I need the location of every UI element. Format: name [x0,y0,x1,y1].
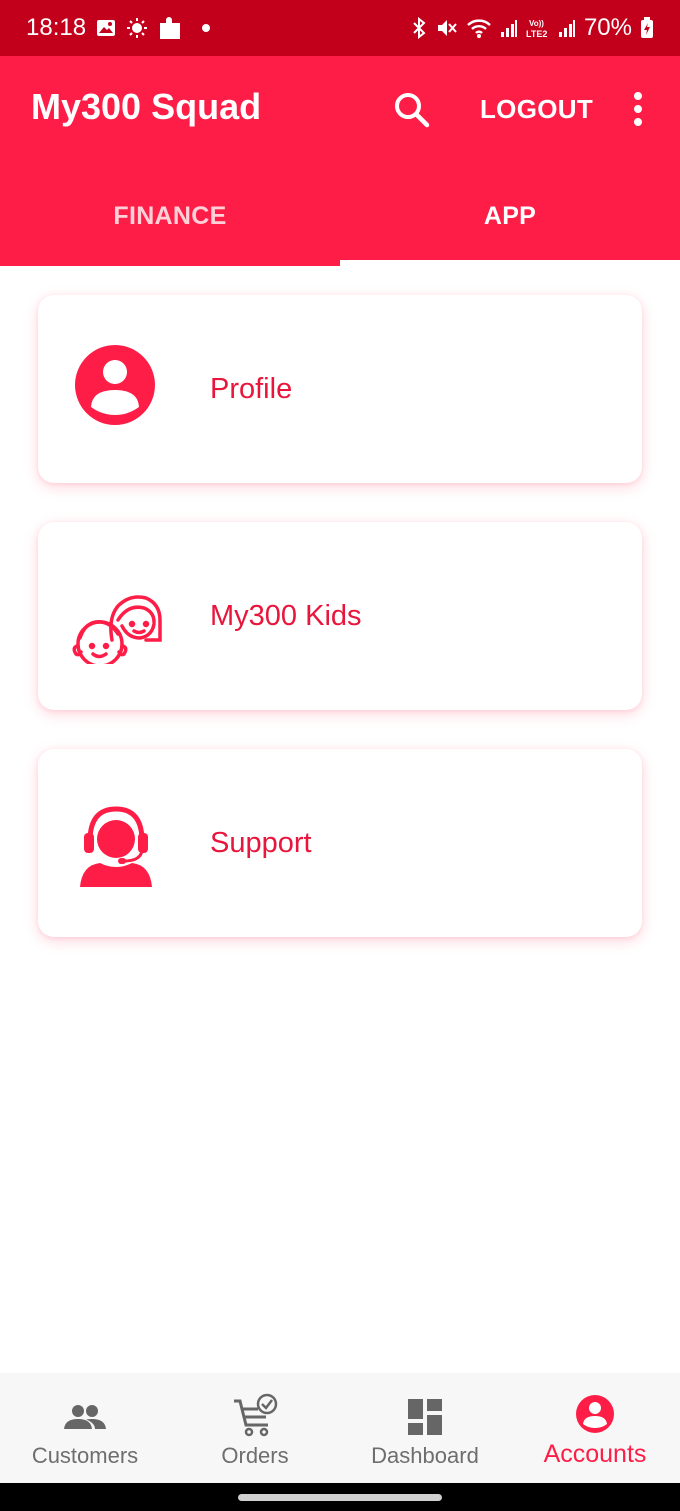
search-button[interactable] [390,88,434,132]
battery-icon [640,17,654,39]
cart-check-icon [232,1393,278,1439]
svg-text:Vo)): Vo)) [529,19,544,28]
logout-button[interactable]: LOGOUT [480,94,593,125]
search-icon [395,93,430,128]
battery-percent: 70% [583,14,632,41]
signal-icon [500,18,518,38]
support-icon [68,795,164,891]
status-right: Vo)) LTE2 70% [410,14,654,42]
support-card[interactable]: Support [38,749,642,937]
nav-accounts[interactable]: Accounts [510,1373,680,1483]
brightness-icon [126,17,148,39]
nav-label-orders: Orders [221,1443,289,1468]
support-label: Support [210,826,312,859]
status-left: 18:18 [26,14,211,42]
volte-icon: Vo)) LTE2 [526,17,550,39]
tab-app[interactable]: APP [340,166,680,266]
nav-dashboard[interactable]: Dashboard [340,1373,510,1483]
tab-finance[interactable]: FINANCE [0,166,340,266]
app-bar: My300 Squad LOGOUT [0,56,680,166]
dashboard-icon [402,1393,448,1439]
notification-dot [202,24,211,32]
kids-label: My300 Kids [210,599,362,632]
gallery-icon [96,18,116,38]
more-options-button[interactable] [626,90,650,130]
profile-label: Profile [210,372,293,405]
tab-bar: FINANCE APP [0,166,680,266]
home-indicator[interactable] [238,1494,442,1501]
status-time: 18:18 [26,14,87,41]
mute-icon [436,17,458,39]
nav-orders[interactable]: Orders [170,1373,340,1483]
account-circle-icon [572,1393,618,1439]
signal-icon [558,18,576,38]
status-bar: 18:18 Vo)) LTE2 70% [0,0,680,56]
profile-card[interactable]: Profile [38,295,642,483]
wifi-icon [466,17,492,39]
more-vert-icon [634,92,642,126]
people-icon [62,1393,108,1439]
bluetooth-icon [410,17,428,39]
svg-text:LTE2: LTE2 [526,29,547,39]
nav-customers[interactable]: Customers [0,1373,170,1483]
app-title: My300 Squad [31,86,262,127]
nav-label-customers: Customers [31,1443,139,1468]
kids-icon [68,568,164,668]
nav-label-dashboard: Dashboard [371,1443,479,1468]
bottom-navigation: Customers Orders Dashboard Accounts [0,1373,680,1483]
profile-icon [68,341,164,437]
nav-label-accounts: Accounts [543,1440,647,1468]
puzzle-icon [158,15,182,41]
kids-card[interactable]: My300 Kids [38,522,642,710]
